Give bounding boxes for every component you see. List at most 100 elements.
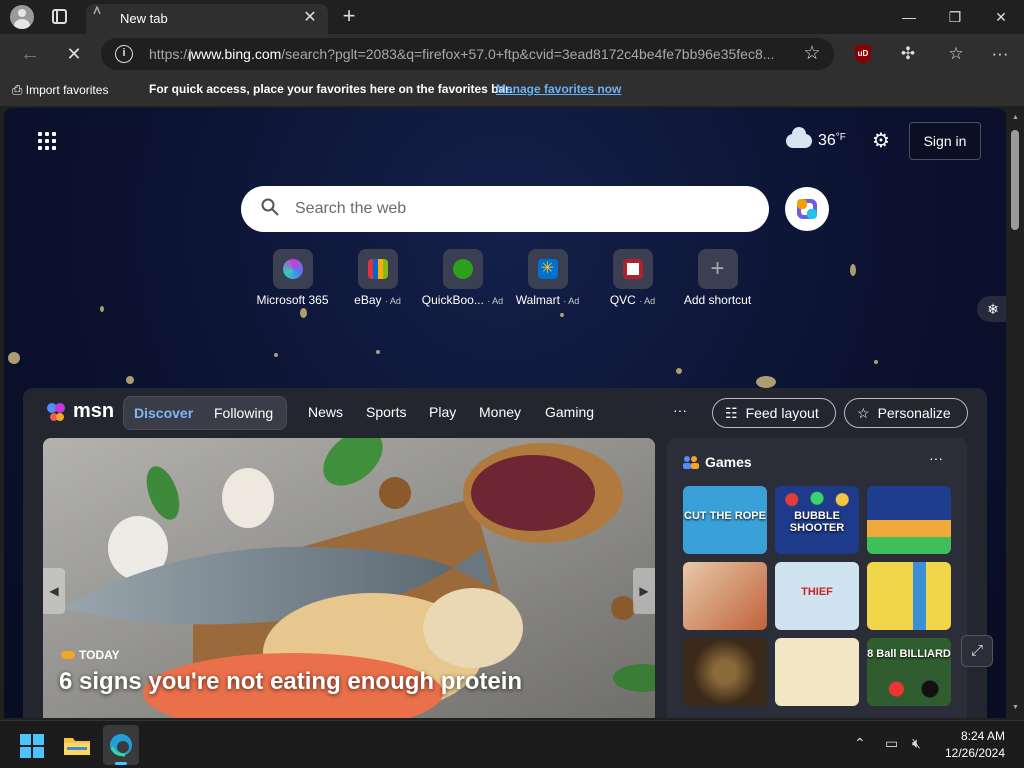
background-flake <box>8 352 20 364</box>
feed-more-button[interactable]: ··· <box>673 402 687 418</box>
msn-feed: msn Discover Following News Sports Play … <box>23 388 987 718</box>
msn-logo[interactable]: msn <box>45 400 114 423</box>
site-info-icon[interactable]: i <box>115 45 133 63</box>
weather-temp: 36 <box>818 132 836 149</box>
clock-date[interactable]: 12/26/2024 <box>940 746 1010 760</box>
app-launcher-grid-icon[interactable] <box>38 132 58 152</box>
shortcut-ebay[interactable]: eBay · Ad <box>335 249 420 307</box>
shortcut-walmart[interactable]: ✳ Walmart · Ad <box>505 249 590 307</box>
carousel-prev-button[interactable]: ◀ <box>43 568 65 614</box>
game-tile[interactable]: THIEF <box>775 562 859 630</box>
manage-favorites-link[interactable]: Manage favorites now <box>496 82 621 96</box>
background-effects-button[interactable]: ❄ <box>977 296 1006 322</box>
expand-icon[interactable]: ⤢ <box>961 635 993 667</box>
import-icon: ⎙ <box>12 82 23 97</box>
tab-title: New tab <box>120 11 168 26</box>
game-tile[interactable] <box>867 486 951 554</box>
volume-muted-icon[interactable]: 🔇︎ <box>912 735 921 752</box>
copilot-button[interactable] <box>785 187 829 231</box>
msn-butterfly-icon <box>47 403 65 421</box>
tab-favicon-icon <box>93 6 101 15</box>
folder-icon <box>64 738 90 755</box>
background-flake <box>756 376 776 388</box>
clock-time[interactable]: 8:24 AM <box>960 729 1006 743</box>
game-tile[interactable] <box>867 562 951 630</box>
today-logo-icon <box>61 651 75 659</box>
weather-widget[interactable]: 36°F <box>786 127 846 150</box>
plus-icon: + <box>697 249 738 289</box>
shortcut-qvc[interactable]: QVC · Ad <box>590 249 675 307</box>
nav-play[interactable]: Play <box>429 404 456 420</box>
active-app-indicator <box>115 762 127 765</box>
scroll-up-icon[interactable]: ▲ <box>1012 114 1019 121</box>
close-tab-icon[interactable]: ✕ <box>300 8 320 28</box>
page-settings-gear-icon[interactable]: ⚙ <box>870 130 892 152</box>
edge-taskbar-button[interactable] <box>103 725 139 765</box>
add-favorite-star-icon[interactable]: ☆ <box>800 42 824 66</box>
personalize-button[interactable]: ☆ Personalize <box>844 398 968 428</box>
game-tile[interactable]: 8 Ball BILLIARD <box>867 638 951 706</box>
sliders-icon: ☷ <box>725 405 738 421</box>
feed-layout-label: Feed layout <box>745 405 819 421</box>
network-icon[interactable]: ▭ <box>885 735 898 752</box>
url-text[interactable]: https://www.bing.com/search?pglt=2083&q=… <box>149 46 789 62</box>
sparkle-star-icon: ☆ <box>857 405 870 421</box>
nav-sports[interactable]: Sports <box>366 404 406 420</box>
hero-article-card[interactable]: ◀ ▶ TODAY 6 signs you're not eating enou… <box>43 438 655 718</box>
address-bar[interactable]: i https://www.bing.com/search?pglt=2083&… <box>101 38 834 70</box>
nav-gaming[interactable]: Gaming <box>545 404 594 420</box>
minimize-button[interactable]: — <box>886 2 932 32</box>
tab-actions-icon[interactable] <box>52 9 67 24</box>
stop-loading-button[interactable]: ✕ <box>60 40 88 68</box>
games-more-button[interactable]: ··· <box>929 450 943 466</box>
show-hidden-icons-chevron-icon[interactable]: ⌃ <box>854 735 866 752</box>
url-path: /search?pglt=2083&q=firefox+57.0+ftp&cvi… <box>281 46 775 62</box>
games-people-icon <box>683 456 699 469</box>
restore-button[interactable]: ❐ <box>932 2 978 32</box>
new-tab-button[interactable]: + <box>336 4 362 30</box>
title-bar: New tab ✕ + — ❐ ✕ <box>0 0 1024 34</box>
games-card: Games ··· CUT THE ROPE BUBBLE SHOOTER TH… <box>667 438 967 718</box>
game-tile[interactable]: BUBBLE SHOOTER <box>775 486 859 554</box>
scrollbar-thumb[interactable] <box>1011 130 1019 230</box>
carousel-next-button[interactable]: ▶ <box>633 568 655 614</box>
scroll-down-icon[interactable]: ▼ <box>1012 704 1019 711</box>
sign-in-button[interactable]: Sign in <box>909 122 981 160</box>
game-title: THIEF <box>801 586 833 598</box>
shortcut-label: eBay <box>354 293 382 307</box>
ublock-extension-icon[interactable]: uD <box>855 45 871 63</box>
favorites-icon[interactable]: ☆ <box>943 42 969 66</box>
import-favorites-label: Import favorites <box>25 83 109 97</box>
shortcut-microsoft-365[interactable]: Microsoft 365 <box>250 249 335 307</box>
article-title[interactable]: 6 signs you're not eating enough protein <box>59 668 522 696</box>
nav-news[interactable]: News <box>308 404 343 420</box>
shortcut-label: QVC <box>609 293 636 307</box>
file-explorer-icon[interactable] <box>63 733 91 757</box>
page-scrollbar[interactable]: ▲ ▼ <box>1006 108 1024 718</box>
back-button[interactable]: ← <box>16 40 44 68</box>
copilot-icon <box>797 199 817 219</box>
settings-more-icon[interactable]: ··· <box>987 42 1013 66</box>
extensions-puzzle-icon[interactable]: ✣ <box>895 42 921 66</box>
game-tile[interactable] <box>683 562 767 630</box>
close-window-button[interactable]: ✕ <box>978 2 1024 32</box>
game-tile[interactable] <box>683 638 767 706</box>
tab-new-tab[interactable]: New tab ✕ <box>86 4 328 34</box>
tab-discover[interactable]: Discover <box>134 405 193 421</box>
nav-money[interactable]: Money <box>479 404 521 420</box>
profile-avatar-icon[interactable] <box>10 5 34 29</box>
search-box[interactable] <box>241 186 769 232</box>
background-flake <box>560 313 564 317</box>
import-favorites-button[interactable]: ⎙ Import favorites <box>12 82 108 98</box>
add-shortcut-button[interactable]: + Add shortcut <box>675 249 760 307</box>
shortcut-quickbooks[interactable]: QuickBoo... · Ad <box>420 249 505 307</box>
tab-following[interactable]: Following <box>214 405 273 421</box>
game-tile[interactable]: CUT THE ROPE <box>683 486 767 554</box>
ad-badge: · Ad <box>487 296 504 306</box>
feed-layout-button[interactable]: ☷ Feed layout <box>712 398 836 428</box>
windows-start-icon[interactable] <box>20 734 44 758</box>
background-flake <box>100 306 104 312</box>
game-tile[interactable] <box>775 638 859 706</box>
game-title: CUT THE ROPE <box>684 510 766 522</box>
search-input[interactable] <box>295 194 735 224</box>
